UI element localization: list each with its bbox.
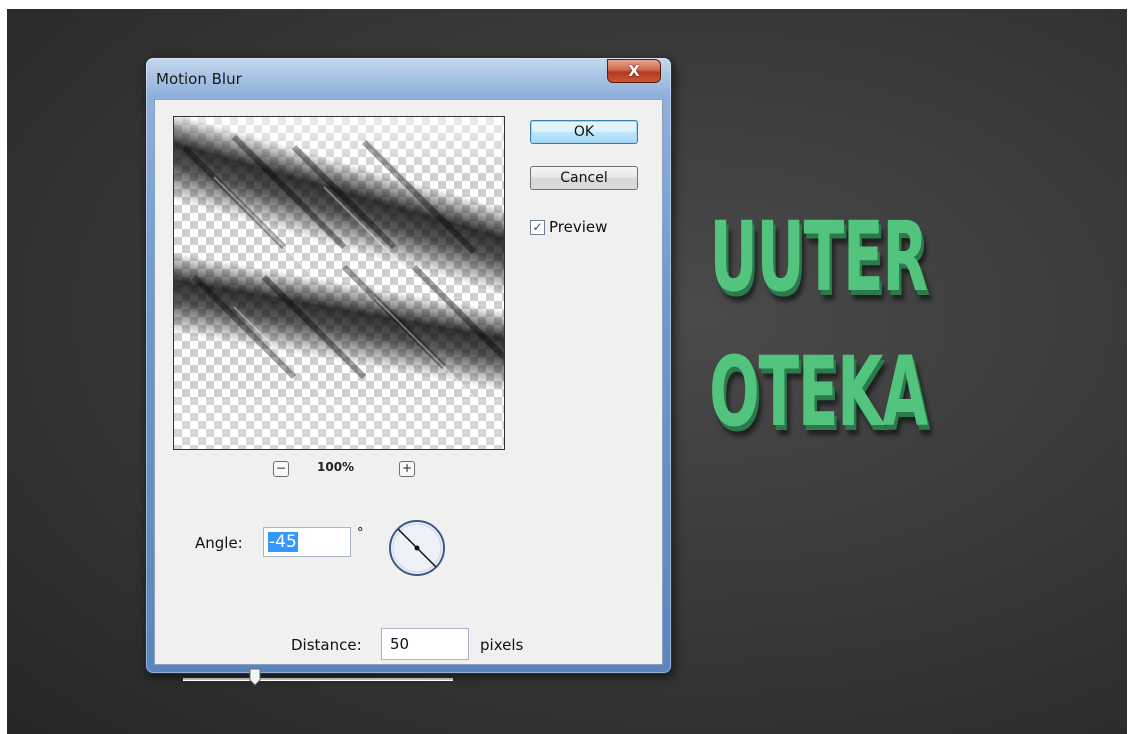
distance-unit: pixels [480, 636, 524, 654]
dialog-body: − 100% + OK Cancel ✓ Preview Angle: -45 … [154, 99, 663, 686]
dialog-title: Motion Blur [156, 70, 242, 88]
checkmark-icon: ✓ [532, 220, 543, 234]
preview-checkbox[interactable]: ✓ [530, 219, 545, 235]
plus-icon: + [401, 461, 413, 475]
zoom-in-button[interactable]: + [399, 461, 415, 477]
zoom-controls: − 100% + [265, 459, 435, 479]
distance-label: Distance: [291, 636, 362, 654]
angle-input[interactable]: -45 [263, 527, 351, 557]
close-icon: X [628, 62, 640, 80]
preview-label: Preview [549, 218, 608, 236]
angle-dial[interactable] [387, 518, 447, 578]
cancel-button[interactable]: Cancel [530, 166, 638, 190]
zoom-out-button[interactable]: − [273, 461, 289, 477]
angle-value: -45 [268, 532, 298, 552]
degree-unit: ° [357, 526, 364, 541]
angle-label: Angle: [195, 534, 243, 552]
ok-button[interactable]: OK [530, 120, 638, 144]
distance-slider-track[interactable] [183, 678, 453, 681]
blur-preview-image [174, 117, 504, 449]
minus-icon: − [275, 461, 287, 475]
motion-blur-dialog: Motion Blur X − 100% + OK Cancel ✓ Previ… [145, 57, 672, 686]
filter-preview-pane[interactable] [173, 116, 505, 450]
zoom-level: 100% [317, 460, 355, 474]
preview-checkbox-row[interactable]: ✓ Preview [530, 217, 607, 237]
distance-slider-thumb[interactable] [249, 668, 261, 686]
close-button[interactable]: X [607, 59, 661, 83]
distance-input[interactable]: 50 [381, 628, 469, 660]
